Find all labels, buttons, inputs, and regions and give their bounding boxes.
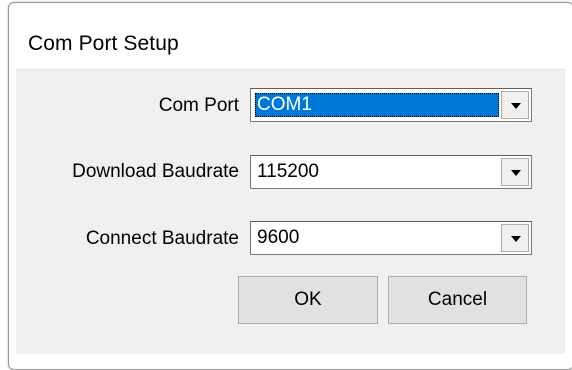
connect-baudrate-value: 9600 xyxy=(257,227,300,248)
com-port-dropdown-button[interactable] xyxy=(501,91,529,119)
chevron-down-icon xyxy=(511,103,521,109)
download-baudrate-dropdown-button[interactable] xyxy=(501,158,529,186)
download-baudrate-label: Download Baudrate xyxy=(72,161,239,182)
com-port-value: COM1 xyxy=(255,93,499,117)
com-port-select[interactable]: COM1 xyxy=(250,88,532,122)
cancel-button[interactable]: Cancel xyxy=(388,276,527,324)
ok-button[interactable]: OK xyxy=(238,276,378,324)
chevron-down-icon xyxy=(511,236,521,242)
connect-baudrate-select[interactable]: 9600 xyxy=(250,221,532,255)
download-baudrate-select[interactable]: 115200 xyxy=(250,155,532,189)
dialog-title: Com Port Setup xyxy=(28,32,179,55)
connect-baudrate-dropdown-button[interactable] xyxy=(501,224,529,252)
com-port-label: Com Port xyxy=(158,95,239,116)
download-baudrate-value: 115200 xyxy=(257,161,319,182)
chevron-down-icon xyxy=(511,170,521,176)
connect-baudrate-label: Connect Baudrate xyxy=(85,228,239,249)
